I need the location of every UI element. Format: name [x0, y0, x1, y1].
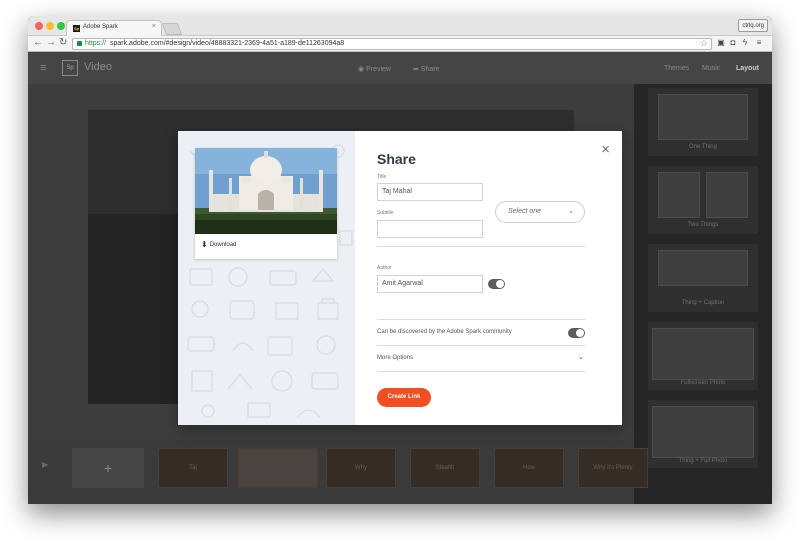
- author-label: Author: [377, 265, 392, 271]
- layout-thing-full-photo[interactable]: Thing + Full Photo: [648, 400, 758, 468]
- music-tab[interactable]: Music: [702, 65, 720, 72]
- app-header: ≡ Sp Video ◉ Preview ➦ Share Themes Musi…: [28, 52, 772, 84]
- author-toggle[interactable]: [488, 279, 505, 289]
- extension-lock-icon[interactable]: ▣: [716, 38, 726, 48]
- extension-pocket-icon[interactable]: ◘: [728, 38, 738, 48]
- layout-preview: [652, 328, 754, 380]
- chevron-down-icon: ⌄: [568, 208, 574, 215]
- layout-preview: [652, 406, 754, 458]
- layout-caption: Fullscreen Photo: [680, 380, 726, 386]
- url-text: spark.adobe.com/#design/video/48883321-2…: [110, 40, 345, 47]
- url-scheme: https://: [85, 40, 107, 47]
- bookmark-star-icon[interactable]: ☆: [700, 38, 708, 48]
- layout-caption: Thing + Full Photo: [678, 458, 728, 464]
- preview-label: Preview: [366, 66, 391, 73]
- browser-tab[interactable]: Sp Adobe Spark ×: [66, 20, 162, 36]
- tab-strip: Sp Adobe Spark × ctrlq.org: [28, 16, 772, 36]
- timeline-slide[interactable]: Why: [326, 448, 396, 488]
- divider: [377, 345, 585, 346]
- close-icon[interactable]: ×: [601, 141, 610, 158]
- divider: [377, 246, 585, 247]
- title-field[interactable]: Taj Mahal: [377, 183, 483, 201]
- timeline-slide[interactable]: How: [494, 448, 564, 488]
- slide-timeline: ▶ + Taj Why Stealth How Why it's Plenty: [28, 440, 648, 504]
- share-preview-panel: ⬇ Download: [178, 131, 355, 425]
- author-field[interactable]: Amit Agarwal: [377, 275, 483, 293]
- forward-arrow-icon[interactable]: →: [46, 37, 56, 48]
- address-bar[interactable]: https:// spark.adobe.com/#design/video/4…: [72, 38, 712, 50]
- category-placeholder: Select one: [508, 208, 542, 215]
- layout-preview-right: [706, 172, 748, 218]
- category-select[interactable]: Select one ⌄: [495, 201, 585, 223]
- toolbar: ← → ↻ https:// spark.adobe.com/#design/v…: [28, 36, 772, 52]
- profile-badge[interactable]: ctrlq.org: [738, 19, 768, 32]
- share-header-label: Share: [420, 66, 440, 73]
- divider: [377, 371, 585, 372]
- spark-logo: Sp: [62, 60, 78, 76]
- menu-icon[interactable]: ≡: [754, 38, 764, 48]
- lock-icon: [77, 41, 82, 46]
- more-options-toggle[interactable]: More Options: [377, 355, 413, 361]
- back-arrow-icon[interactable]: ←: [33, 37, 43, 48]
- new-tab-button[interactable]: [161, 23, 183, 35]
- video-preview-card: ⬇ Download: [195, 148, 337, 259]
- share-form: Share × Title Taj Mahal Subtitle Select …: [355, 131, 622, 425]
- title-label: Title: [377, 174, 387, 180]
- share-header-button[interactable]: ➦ Share: [413, 65, 440, 73]
- download-button[interactable]: ⬇ Download: [201, 240, 236, 249]
- discoverable-label: Can be discovered by the Adobe Spark com…: [377, 329, 512, 335]
- layout-preview: [658, 94, 748, 140]
- add-slide-button[interactable]: +: [72, 448, 144, 488]
- eye-icon: ◉: [358, 66, 367, 73]
- download-label: Download: [209, 242, 237, 249]
- layout-two-things[interactable]: Two Things: [648, 166, 758, 234]
- layout-preview: [658, 250, 748, 286]
- layout-preview-left: [658, 172, 700, 218]
- layout-caption: Thing + Caption: [681, 300, 725, 306]
- maximize-window-button[interactable]: [57, 22, 65, 30]
- reload-icon[interactable]: ↻: [59, 37, 67, 48]
- subtitle-field[interactable]: [377, 220, 483, 238]
- layout-panel: One Thing Two Things Thing + Caption Ful…: [634, 84, 772, 504]
- layout-one-thing[interactable]: One Thing: [648, 88, 758, 156]
- discoverable-toggle[interactable]: [568, 328, 585, 338]
- hamburger-menu-icon[interactable]: ≡: [40, 62, 46, 74]
- preview-button[interactable]: ◉ Preview: [358, 65, 391, 73]
- timeline-slide[interactable]: Stealth: [410, 448, 480, 488]
- create-link-button[interactable]: Create Link: [377, 388, 431, 407]
- timeline-slide[interactable]: Taj: [158, 448, 228, 488]
- layout-caption: One Thing: [689, 144, 717, 150]
- share-arrow-icon: ➦: [413, 66, 421, 73]
- timeline-slide[interactable]: Why it's Plenty: [578, 448, 648, 488]
- share-dialog: ⬇ Download Share × Title Taj Mahal Subtit…: [178, 131, 622, 425]
- tab-title: Adobe Spark: [83, 24, 118, 30]
- layout-fullscreen-photo[interactable]: Fullscreen Photo: [648, 322, 758, 390]
- browser-window: Sp Adobe Spark × ctrlq.org ← → ↻ https:/…: [28, 16, 772, 504]
- download-icon: ⬇: [201, 240, 208, 249]
- close-window-button[interactable]: [35, 22, 43, 30]
- layout-caption: Two Things: [687, 222, 719, 228]
- app-name: Video: [84, 61, 112, 73]
- spark-favicon-icon: Sp: [73, 25, 80, 32]
- divider: [377, 319, 585, 320]
- layout-tab[interactable]: Layout: [736, 65, 759, 72]
- layout-thing-caption[interactable]: Thing + Caption: [648, 244, 758, 312]
- timeline-slide[interactable]: [238, 448, 318, 488]
- play-icon[interactable]: ▶: [42, 460, 48, 469]
- chevron-down-icon[interactable]: ⌄: [578, 353, 584, 361]
- dialog-title: Share: [377, 151, 416, 167]
- minimize-window-button[interactable]: [46, 22, 54, 30]
- themes-tab[interactable]: Themes: [664, 65, 689, 72]
- taj-mahal-thumbnail[interactable]: [195, 148, 337, 234]
- extension-bolt-icon[interactable]: ϟ: [740, 38, 750, 48]
- subtitle-label: Subtitle: [377, 210, 394, 216]
- tab-close-icon[interactable]: ×: [152, 23, 156, 30]
